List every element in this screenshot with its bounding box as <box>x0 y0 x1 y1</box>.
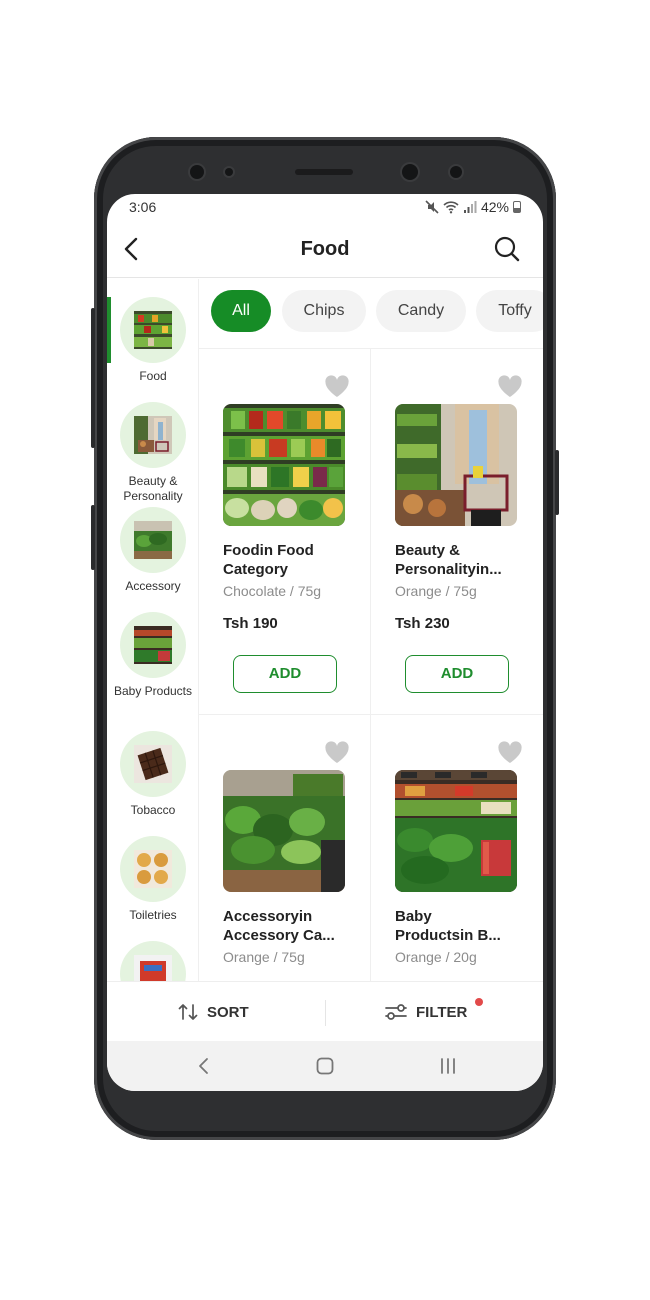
power-button <box>555 450 559 515</box>
heart-icon[interactable] <box>497 375 523 399</box>
filter-active-badge <box>475 998 483 1006</box>
sensor <box>450 166 462 178</box>
product-card[interactable]: Beauty & Personalityin... Orange / 75g T… <box>371 348 543 715</box>
greens-aisle-image <box>223 770 345 892</box>
filter-label: FILTER <box>416 1003 468 1021</box>
sensor <box>402 164 418 180</box>
sort-label: SORT <box>207 1003 249 1021</box>
greens-aisle-image <box>134 521 172 559</box>
product-card[interactable]: Accessoryin Accessory Ca... Orange / 75g <box>199 715 371 981</box>
subcategory-chips: All Chips Candy Toffy <box>211 290 543 336</box>
category-thumb <box>120 612 186 678</box>
sensor <box>225 168 233 176</box>
shopper-with-cart-image <box>395 404 517 526</box>
bixby-button <box>91 505 95 570</box>
biscuits-image <box>134 850 172 888</box>
product-image <box>395 770 517 892</box>
category-thumb <box>120 297 186 363</box>
status-icons: 42% <box>425 199 521 215</box>
sort-arrows-icon <box>178 1004 198 1020</box>
category-thumb <box>120 402 186 468</box>
shopper-with-cart-image <box>134 416 172 454</box>
product-variant: Orange / 75g <box>223 949 305 965</box>
chocolate-bar-image <box>134 745 172 783</box>
product-variant: Orange / 75g <box>395 583 477 599</box>
wifi-icon <box>443 201 459 214</box>
mute-icon <box>425 200 439 214</box>
add-to-cart-button[interactable]: ADD <box>405 655 509 693</box>
status-time: 3:06 <box>129 199 157 215</box>
filter-button[interactable]: FILTER <box>384 982 467 1042</box>
sidebar-item-tobacco[interactable]: Tobacco <box>107 731 198 818</box>
battery-percent: 42% <box>480 199 509 215</box>
sidebar-item-label: Toiletries <box>129 908 177 922</box>
add-to-cart-button[interactable]: ADD <box>233 655 337 693</box>
nav-recents-icon[interactable] <box>437 1055 459 1077</box>
produce-shelf-image <box>223 404 345 526</box>
product-image <box>395 404 517 526</box>
sidebar-item-baby-products[interactable]: Baby Products <box>107 612 198 699</box>
chip-chips[interactable]: Chips <box>282 290 366 332</box>
sidebar-item-toiletries[interactable]: Toiletries <box>107 836 198 923</box>
product-card[interactable]: Foodin Food Category Chocolate / 75g Tsh… <box>199 348 371 715</box>
chip-candy[interactable]: Candy <box>376 290 466 332</box>
chip-toffy[interactable]: Toffy <box>476 290 543 332</box>
sidebar-item-label: Food <box>139 369 167 383</box>
product-variant: Orange / 20g <box>395 949 477 965</box>
category-sidebar: Food Beauty & Personality Accessory Baby… <box>107 279 199 981</box>
product-card[interactable]: Baby Productsin B... Orange / 20g <box>371 715 543 981</box>
product-grid: Foodin Food Category Chocolate / 75g Tsh… <box>199 348 543 981</box>
volume-button <box>91 308 95 448</box>
red-pack-image <box>134 955 172 981</box>
category-thumb <box>120 836 186 902</box>
filter-sliders-icon <box>385 1004 407 1020</box>
product-name: Accessoryin Accessory Ca... <box>223 908 335 944</box>
product-image <box>223 404 345 526</box>
sidebar-item-label: Tobacco <box>130 803 176 817</box>
market-stall-image <box>134 626 172 664</box>
app-header: Food <box>107 222 543 278</box>
product-price: Tsh 230 <box>395 615 450 632</box>
product-name: Foodin Food Category <box>223 542 314 578</box>
sidebar-item-label: Accessory <box>125 579 181 593</box>
front-camera <box>190 165 204 179</box>
category-thumb <box>120 731 186 797</box>
sort-filter-bar: SORT FILTER <box>107 981 543 1041</box>
app-screen: 3:06 42% Food Food Beauty & Personality … <box>107 194 543 1091</box>
market-stall-image <box>395 770 517 892</box>
sort-button[interactable]: SORT <box>177 982 249 1042</box>
product-variant: Chocolate / 75g <box>223 583 322 599</box>
produce-shelf-image <box>134 311 172 349</box>
heart-icon[interactable] <box>324 375 350 399</box>
product-image <box>223 770 345 892</box>
nav-back-icon[interactable] <box>193 1055 215 1077</box>
nav-home-icon[interactable] <box>314 1055 336 1077</box>
product-name: Baby Productsin B... <box>395 908 501 944</box>
signal-icon <box>463 201 477 213</box>
sidebar-item-food[interactable]: Food <box>107 297 198 384</box>
search-icon[interactable] <box>493 234 521 264</box>
sidebar-item-more[interactable] <box>107 941 198 981</box>
sidebar-item-label: Baby Products <box>113 684 193 698</box>
heart-icon[interactable] <box>497 741 523 765</box>
chip-all[interactable]: All <box>211 290 271 332</box>
status-bar: 3:06 42% <box>107 194 543 220</box>
sidebar-item-label: Beauty & Personality <box>123 474 183 503</box>
battery-icon <box>513 201 521 213</box>
category-thumb <box>120 507 186 573</box>
system-nav-bar <box>107 1041 543 1091</box>
page-title: Food <box>300 238 350 260</box>
divider <box>325 1000 326 1026</box>
earpiece-speaker <box>295 169 353 175</box>
sidebar-item-accessory[interactable]: Accessory <box>107 507 198 594</box>
product-price: Tsh 190 <box>223 615 278 632</box>
sidebar-item-beauty-personality[interactable]: Beauty & Personality <box>107 402 198 504</box>
heart-icon[interactable] <box>324 741 350 765</box>
product-name: Beauty & Personalityin... <box>395 542 502 578</box>
category-thumb <box>120 941 186 981</box>
